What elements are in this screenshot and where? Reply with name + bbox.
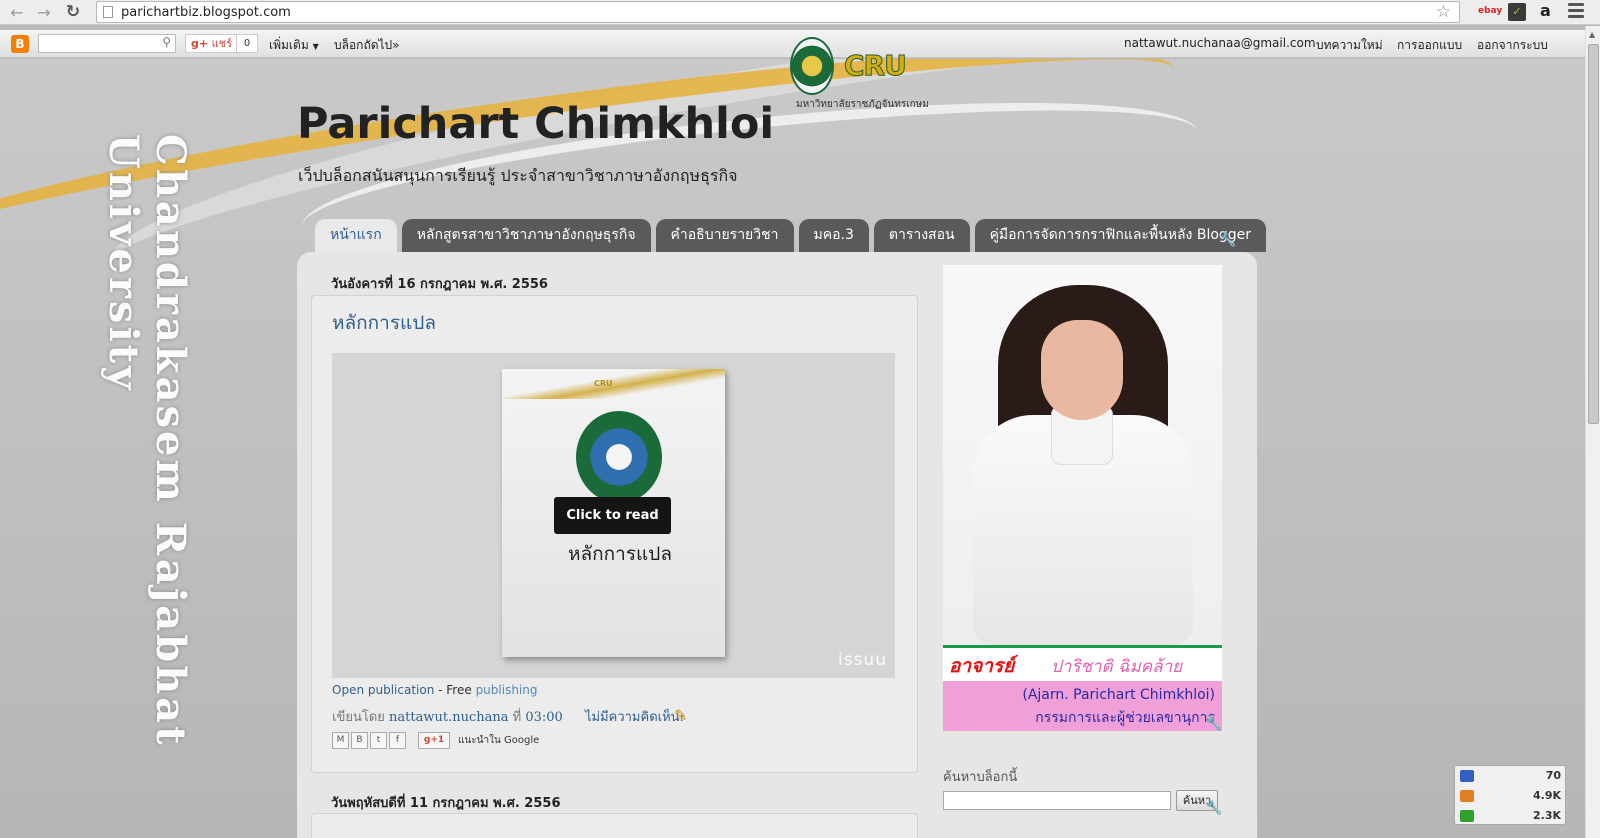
navbar-search-input[interactable]: ⚲: [38, 34, 176, 53]
publication-title: หลักการแปล: [568, 543, 672, 565]
profile-name-en: (Ajarn. Parichart Chimkhloi): [1022, 687, 1215, 703]
more-menu[interactable]: เพิ่มเติม ▼: [269, 36, 319, 55]
bookmark-star-icon[interactable]: ☆: [1436, 2, 1451, 22]
profile-photo[interactable]: อาจารย์ ปาริชาติ ฉิมคล้าย (Ajarn. Parich…: [943, 265, 1222, 731]
share-count: 0: [236, 34, 258, 53]
issuu-embed[interactable]: CRU Click to read หลักการแปล issuu: [332, 353, 895, 678]
edit-wrench-icon[interactable]: 🔧: [1205, 800, 1222, 816]
publishing-link[interactable]: publishing: [476, 683, 538, 697]
network-icon: [1460, 770, 1474, 782]
edit-wrench-icon[interactable]: 🔧: [1219, 232, 1236, 248]
tab-home[interactable]: หน้าแรก: [315, 219, 397, 252]
profile-name-thai: ปาริชาติ ฉิมคล้าย: [1051, 657, 1183, 677]
new-post-link[interactable]: บทความใหม่: [1316, 36, 1383, 55]
forward-arrow-icon[interactable]: →: [33, 1, 55, 23]
cru-logo-subtitle: มหาวิทยาลัยราชภัฏจันทรเกษม: [796, 99, 929, 110]
tray-value: 4.9K: [1532, 789, 1561, 802]
address-bar[interactable]: parichartbiz.blogspot.com ☆: [96, 1, 1460, 23]
tab-curriculum[interactable]: หลักสูตรสาขาวิชาภาษาอังกฤษธุรกิจ: [401, 219, 651, 252]
more-label: เพิ่มเติม: [269, 38, 309, 52]
cover-band: [502, 369, 725, 399]
twitter-icon[interactable]: t: [370, 732, 387, 749]
cru-logo[interactable]: CRU มหาวิทยาลัยราชภัฏจันทรเกษม: [790, 37, 929, 110]
search-widget-title: ค้นหาบล็อกนี้: [943, 770, 1018, 785]
dropdown-arrow-icon: ▼: [312, 42, 319, 51]
share-label: แชร์: [211, 37, 233, 50]
click-to-read-button[interactable]: Click to read: [554, 497, 671, 534]
checklist-extension-icon[interactable]: ✓: [1508, 3, 1526, 21]
reload-icon[interactable]: ↻: [62, 1, 84, 23]
post-footer: เขียนโดย nattawut.nuchana ที่ 03:00 ไม่ม…: [332, 706, 684, 727]
email-icon[interactable]: M: [332, 732, 349, 749]
recommend-google-text: แนะนำใน Google: [458, 735, 540, 746]
next-blog-link[interactable]: บล็อกถัดไป»: [334, 36, 400, 55]
post-card-2: [311, 813, 918, 838]
caption-green-line: [943, 645, 1222, 648]
menu-icon[interactable]: [1568, 3, 1584, 21]
browser-toolbar: ← → ↻ parichartbiz.blogspot.com ☆ ebay ✓…: [0, 0, 1600, 25]
page-icon: [103, 6, 113, 18]
post-date-header-2: วันพฤหัสบดีที่ 11 กรกฎาคม พ.ศ. 2556: [331, 796, 561, 811]
post-time-link[interactable]: 03:00: [525, 710, 562, 725]
amazon-extension-icon[interactable]: a: [1540, 1, 1551, 20]
scroll-up-arrow-icon[interactable]: ▲: [1589, 30, 1595, 39]
download-icon: [1460, 810, 1474, 822]
design-link[interactable]: การออกแบบ: [1397, 36, 1462, 55]
page-tabs: หน้าแรก หลักสูตรสาขาวิชาภาษาอังกฤษธุรกิจ…: [315, 219, 1267, 252]
profile-prefix: อาจารย์: [949, 655, 1015, 677]
blog-description: เว็ปบล็อกสนันสนุนการเรียนรู้ ประจำสาขาวิ…: [298, 166, 738, 185]
free-text: - Free: [434, 683, 476, 697]
edit-pencil-icon[interactable]: ✎: [674, 706, 687, 725]
scrollbar-thumb[interactable]: [1588, 44, 1599, 424]
comments-link[interactable]: ไม่มีความคิดเห็น:: [585, 710, 684, 725]
cru-logo-text: CRU: [844, 49, 908, 83]
tray-value: 70: [1545, 769, 1561, 782]
facebook-icon[interactable]: f: [389, 732, 406, 749]
posted-by-label: เขียนโดย: [332, 710, 385, 725]
publication-links: Open publication - Free publishing: [332, 683, 537, 697]
tab-tqf3[interactable]: มคอ.3: [798, 219, 869, 252]
open-publication-link[interactable]: Open publication: [332, 683, 434, 697]
search-icon[interactable]: ⚲: [162, 35, 171, 49]
gplus-icon: g+: [191, 37, 209, 50]
blog-title[interactable]: Parichart Chimkhloi: [297, 99, 774, 149]
ebay-extension-icon[interactable]: ebay: [1478, 6, 1502, 16]
university-vertical-text: Chandrakasem Rajabhat University: [100, 134, 194, 748]
page-scrollbar[interactable]: ▲: [1585, 26, 1600, 838]
at-label: ที่: [512, 710, 522, 725]
address-url[interactable]: parichartbiz.blogspot.com: [121, 5, 291, 20]
tray-row: 2.3K: [1455, 806, 1567, 826]
blog-search-input[interactable]: [943, 791, 1171, 810]
tab-course-description[interactable]: คำอธิบายรายวิชา: [655, 219, 794, 252]
profile-role: กรรมการและผู้ช่วยเลขานุการ: [1035, 710, 1215, 726]
author-link[interactable]: nattawut.nuchana: [389, 710, 508, 725]
post-title[interactable]: หลักการแปล: [332, 308, 436, 338]
university-seal-icon: [790, 37, 834, 95]
tray-row: 70: [1455, 766, 1567, 786]
network-monitor-widget[interactable]: 70 4.9K 2.3K: [1454, 765, 1566, 825]
tab-schedule[interactable]: ตารางสอน: [873, 219, 970, 252]
cover-mini-logo: CRU: [594, 379, 613, 388]
back-arrow-icon[interactable]: ←: [6, 1, 28, 23]
gplus-share-button[interactable]: g+ แชร์: [185, 34, 239, 53]
blogger-logo-icon[interactable]: B: [11, 35, 29, 53]
photo-face: [1041, 320, 1123, 420]
university-emblem-icon: [576, 411, 662, 503]
issuu-logo[interactable]: issuu: [838, 650, 887, 670]
gplus-label: +1: [430, 735, 445, 745]
tray-value: 2.3K: [1532, 809, 1561, 822]
post-date-header: วันอังคารที่ 16 กรกฎาคม พ.ศ. 2556: [331, 277, 548, 292]
sign-out-link[interactable]: ออกจากระบบ: [1477, 36, 1548, 55]
share-buttons: M B t f g+1 แนะนำใน Google: [332, 732, 539, 749]
profile-caption-band: อาจารย์ ปาริชาติ ฉิมคล้าย (Ajarn. Parich…: [943, 645, 1222, 731]
tray-row: 4.9K: [1455, 786, 1567, 806]
gplus-one-button[interactable]: g+1: [418, 732, 450, 749]
user-email: nattawut.nuchanaa@gmail.com: [1124, 36, 1316, 50]
edit-wrench-icon[interactable]: 🔧: [1205, 716, 1222, 732]
blogger-share-icon[interactable]: B: [351, 732, 368, 749]
upload-icon: [1460, 790, 1474, 802]
